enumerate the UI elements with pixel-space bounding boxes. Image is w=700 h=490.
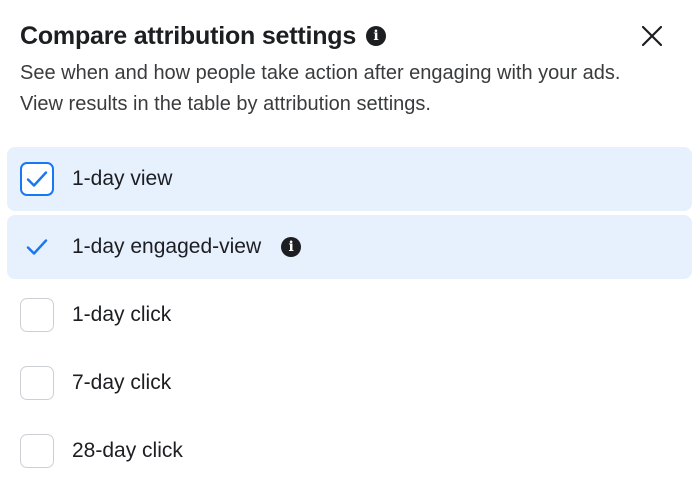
checkbox-1-day-view[interactable]	[20, 162, 54, 196]
option-label: 1-day click	[72, 303, 172, 326]
dialog-title: Compare attribution settings	[20, 21, 357, 50]
option-label: 7-day click	[72, 371, 172, 394]
dialog-header: Compare attribution settings i	[20, 20, 680, 52]
option-1-day-engaged-view[interactable]: 1-day engaged-view i	[7, 215, 692, 279]
checkbox-7-day-click[interactable]	[20, 366, 54, 400]
checkbox-28-day-click[interactable]	[20, 434, 54, 468]
close-icon	[641, 25, 663, 47]
checkbox-1-day-engaged-view[interactable]	[20, 230, 54, 264]
info-icon[interactable]: i	[281, 237, 302, 257]
checkmark-icon	[26, 171, 48, 187]
option-label: 1-day engaged-view	[72, 235, 262, 258]
option-label: 28-day click	[72, 439, 183, 462]
checkbox-1-day-click[interactable]	[20, 298, 54, 332]
dialog-description: See when and how people take action afte…	[20, 62, 621, 115]
option-1-day-click[interactable]: 1-day click	[7, 283, 692, 347]
close-button[interactable]	[636, 20, 668, 52]
option-7-day-click[interactable]: 7-day click	[7, 351, 692, 415]
info-icon[interactable]: i	[366, 26, 387, 46]
checkmark-icon	[26, 239, 48, 255]
option-label: 1-day view	[72, 167, 173, 190]
attribution-dialog: Compare attribution settings i See when …	[0, 0, 700, 490]
option-1-day-view[interactable]: 1-day view	[7, 147, 692, 211]
option-28-day-click[interactable]: 28-day click	[7, 419, 692, 483]
attribution-options-list: 1-day view 1-day engaged-view i 1-day cl…	[7, 147, 692, 487]
